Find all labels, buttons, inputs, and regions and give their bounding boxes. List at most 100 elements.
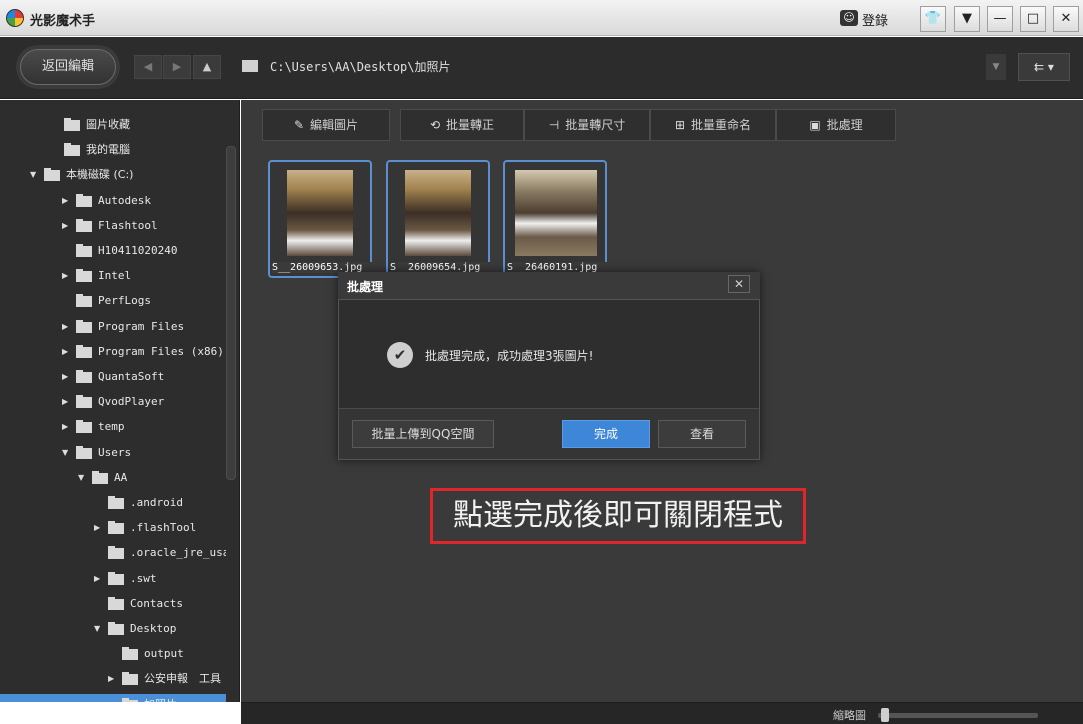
sidebar-item[interactable]: .oracle_jre_usage [0, 542, 226, 564]
login-icon[interactable]: ☺ [840, 10, 858, 26]
collapse-arrow-icon[interactable]: ▶ [62, 265, 72, 287]
sidebar-item-label: AA [114, 470, 128, 484]
collapse-arrow-icon[interactable]: ▶ [62, 391, 72, 413]
sidebar-item-label: Users [98, 445, 132, 459]
batch-rename-button[interactable]: ⊞ 批量重命名 [650, 109, 776, 141]
menu-icon[interactable]: ▼ [954, 6, 980, 32]
folder-icon [76, 193, 92, 207]
collapse-arrow-icon[interactable]: ▶ [108, 668, 118, 690]
sidebar-item[interactable]: ▶ 公安申報 工具 [0, 668, 226, 690]
folder-icon [76, 395, 92, 409]
sidebar-item[interactable]: ▶ .swt [0, 568, 226, 590]
nav-forward-icon[interactable]: ▶ [163, 55, 191, 79]
sidebar-item[interactable]: output [0, 643, 226, 665]
done-button[interactable]: 完成 [562, 420, 650, 448]
zoom-slider-handle[interactable] [881, 708, 890, 722]
folder-icon [76, 218, 92, 232]
folder-icon [108, 571, 124, 585]
batch-rotate-button[interactable]: ⟲ 批量轉正 [400, 109, 524, 141]
sidebar-item[interactable]: ▼ AA [0, 467, 226, 489]
view-button[interactable]: 查看 [658, 420, 746, 448]
sidebar-item[interactable]: Contacts [0, 593, 226, 615]
collapse-arrow-icon[interactable]: ▶ [62, 215, 72, 237]
sidebar-scrollbar[interactable] [226, 146, 236, 480]
folder-icon [108, 546, 124, 560]
expand-arrow-icon[interactable]: ▼ [62, 442, 72, 464]
sidebar-item[interactable]: ▶ QuantaSoft [0, 366, 226, 388]
login-button[interactable]: 登錄 [862, 10, 888, 29]
thumbnail-item[interactable]: S__26009654.jpg [386, 160, 498, 278]
sidebar-item[interactable]: ▶ .flashTool [0, 517, 226, 539]
expand-arrow-icon[interactable]: ▼ [78, 467, 88, 489]
folder-icon [76, 269, 92, 283]
thumbnail-item[interactable]: S__26009653.jpg [268, 160, 380, 278]
collapse-arrow-icon[interactable]: ▶ [94, 568, 104, 590]
batch-resize-label: 批量轉尺寸 [565, 118, 626, 132]
upload-qq-button[interactable]: 批量上傳到QQ空間 [352, 420, 494, 448]
sidebar-item-label: Program Files (x86) [98, 344, 224, 358]
folder-icon [108, 596, 124, 610]
sidebar-item[interactable]: ▼ 本機磁碟 (C:) [0, 164, 226, 186]
sidebar-item-label: Program Files [98, 319, 185, 333]
collapse-arrow-icon[interactable]: ▶ [94, 517, 104, 539]
bottom-overlap-strip [0, 702, 241, 724]
folder-icon [44, 168, 60, 182]
sidebar-item[interactable]: 加照片 [0, 693, 226, 702]
sidebar-item-label: 加照片 [144, 694, 177, 702]
batch-process-button[interactable]: ▣ 批處理 [776, 109, 896, 141]
sidebar-item-label: 本機磁碟 (C:) [66, 168, 134, 182]
thumbnail-item[interactable]: S__26460191.jpg [503, 160, 615, 278]
sidebar-item[interactable]: ▶ Flashtool [0, 215, 226, 237]
back-to-edit-button[interactable]: 返回編輯 [20, 49, 116, 85]
expand-arrow-icon[interactable]: ▼ [30, 164, 40, 186]
sidebar-item[interactable]: ▶ temp [0, 416, 226, 438]
sidebar-item-label: QuantaSoft [98, 370, 165, 383]
sidebar-item[interactable]: ▶ Program Files (x86) [0, 341, 226, 363]
sidebar-item-label: .android [130, 496, 183, 509]
sidebar-item[interactable]: H10411020240 [0, 240, 226, 262]
maximize-button[interactable]: □ [1020, 6, 1046, 32]
sidebar-item-label: output [144, 647, 184, 661]
sidebar-item-label: Contacts [130, 596, 183, 610]
nav-back-icon[interactable]: ◀ [134, 55, 162, 79]
collapse-arrow-icon[interactable]: ▶ [62, 316, 72, 338]
sidebar-item[interactable]: ▶ QvodPlayer [0, 391, 226, 413]
close-icon[interactable]: ✕ [728, 275, 750, 293]
path-dropdown-icon[interactable]: ▼ [986, 54, 1006, 80]
folder-icon [76, 344, 92, 358]
sort-view-button[interactable]: ⇇ ▾ [1018, 53, 1070, 81]
collapse-arrow-icon[interactable]: ▶ [62, 341, 72, 363]
sidebar-item[interactable]: ▶ Intel [0, 265, 226, 287]
dialog-title: 批處理 [347, 280, 384, 294]
sidebar-item[interactable]: PerfLogs [0, 290, 226, 312]
folder-icon [64, 143, 80, 157]
expand-arrow-icon[interactable]: ▼ [94, 618, 104, 640]
batch-resize-button[interactable]: ⊣ 批量轉尺寸 [524, 109, 650, 141]
sidebar-item[interactable]: ▶ Program Files [0, 316, 226, 338]
path-text: C:\Users\AA\Desktop\加照片 [270, 60, 451, 74]
collapse-arrow-icon[interactable]: ▶ [62, 190, 72, 212]
skin-icon[interactable]: 👕 [920, 6, 946, 32]
collapse-arrow-icon[interactable]: ▶ [62, 366, 72, 388]
folder-icon [122, 647, 138, 661]
sidebar-item[interactable]: .android [0, 492, 226, 514]
rename-icon: ⊞ [674, 118, 686, 132]
folder-icon [76, 319, 92, 333]
batch-rotate-label: 批量轉正 [446, 118, 495, 132]
collapse-arrow-icon[interactable]: ▶ [62, 416, 72, 438]
dialog-message: 批處理完成，成功處理3張圖片! [425, 349, 594, 363]
sidebar-item[interactable]: 我的電腦 [0, 139, 226, 161]
nav-up-icon[interactable]: ▲ [193, 55, 221, 79]
sidebar-item[interactable]: ▼ Desktop [0, 618, 226, 640]
edit-image-button[interactable]: ✎ 編輯圖片 [262, 109, 390, 141]
close-window-button[interactable]: ✕ [1053, 6, 1079, 32]
sidebar-item[interactable]: 圖片收藏 [0, 114, 226, 136]
batch-rename-label: 批量重命名 [691, 118, 752, 132]
folder-tree: 圖片收藏我的電腦 ▼ 本機磁碟 (C:) ▶ Autodesk ▶ Flashtool H10… [0, 100, 226, 702]
pencil-icon: ✎ [293, 118, 305, 132]
zoom-slider[interactable] [878, 713, 1038, 718]
sidebar-item[interactable]: ▶ Autodesk [0, 190, 226, 212]
sidebar-item[interactable]: ▼ Users [0, 442, 226, 464]
minimize-button[interactable]: — [987, 6, 1013, 32]
app-logo-icon [6, 9, 24, 27]
